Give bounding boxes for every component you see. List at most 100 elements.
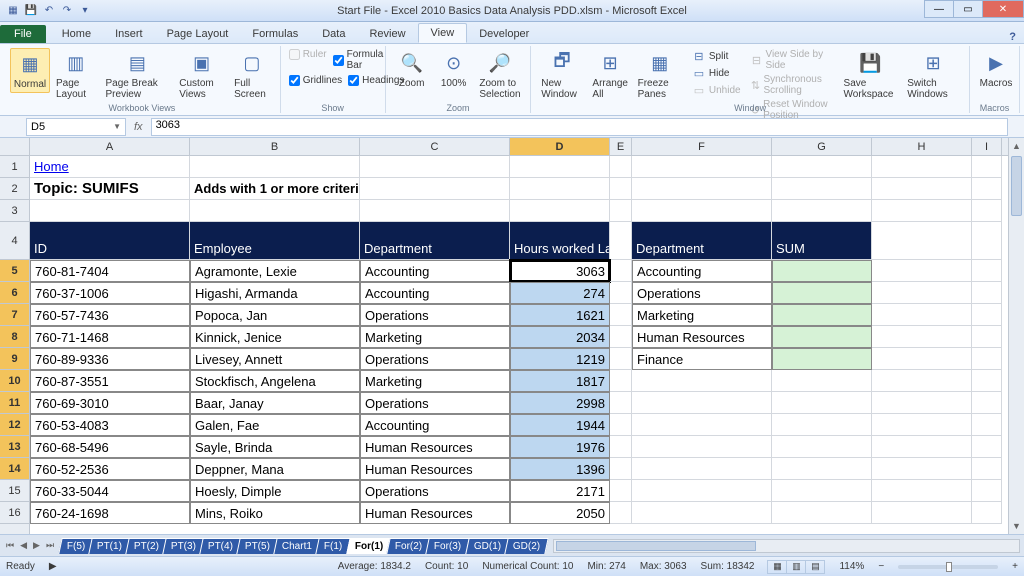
sheet-tab[interactable]: GD(2) (504, 538, 549, 554)
cell[interactable]: Hours worked Last Year (510, 222, 610, 260)
cell[interactable] (872, 436, 972, 458)
cell[interactable]: Operations (360, 348, 510, 370)
cell[interactable] (632, 178, 772, 200)
split-button[interactable]: ⊟Split (688, 48, 745, 64)
cell[interactable] (872, 458, 972, 480)
col-header[interactable]: I (972, 138, 1002, 155)
cell[interactable]: 2050 (510, 502, 610, 524)
cell[interactable] (872, 348, 972, 370)
col-header[interactable]: G (772, 138, 872, 155)
cell[interactable] (610, 156, 632, 178)
formula-bar-checkbox[interactable]: Formula Bar (331, 48, 386, 72)
cell[interactable] (872, 414, 972, 436)
cell[interactable] (972, 414, 1002, 436)
cell[interactable] (610, 370, 632, 392)
cell[interactable] (772, 502, 872, 524)
cell[interactable]: 760-68-5496 (30, 436, 190, 458)
cell[interactable]: Agramonte, Lexie (190, 260, 360, 282)
switch-windows-button[interactable]: ⊞Switch Windows (903, 48, 963, 102)
zoom-slider[interactable] (898, 565, 998, 569)
fx-label[interactable]: fx (126, 121, 151, 133)
cell[interactable] (610, 178, 632, 200)
cell[interactable]: 274 (510, 282, 610, 304)
page-break-preview-button[interactable]: ▤Page Break Preview (102, 48, 174, 102)
cell[interactable] (610, 304, 632, 326)
cell[interactable]: Operations (360, 480, 510, 502)
cell[interactable]: Stockfisch, Angelena (190, 370, 360, 392)
row-header[interactable]: 9 (0, 348, 29, 370)
cell[interactable] (972, 348, 1002, 370)
row-header[interactable]: 8 (0, 326, 29, 348)
cell[interactable] (610, 480, 632, 502)
cell[interactable]: Mins, Roiko (190, 502, 360, 524)
cell[interactable]: 2171 (510, 480, 610, 502)
cell[interactable]: 3063 (510, 260, 610, 282)
hide-button[interactable]: ▭Hide (688, 65, 745, 81)
zoom-selection-button[interactable]: 🔎Zoom to Selection (476, 48, 525, 102)
cell[interactable] (610, 326, 632, 348)
minimize-button[interactable]: — (924, 0, 954, 18)
cell[interactable]: Livesey, Annett (190, 348, 360, 370)
cell[interactable] (972, 480, 1002, 502)
cell[interactable] (360, 156, 510, 178)
cell[interactable] (972, 392, 1002, 414)
cell[interactable]: 2034 (510, 326, 610, 348)
cell[interactable] (632, 414, 772, 436)
cell[interactable]: Sayle, Brinda (190, 436, 360, 458)
cell[interactable] (972, 502, 1002, 524)
cell[interactable]: 1621 (510, 304, 610, 326)
scroll-down-icon[interactable]: ▼ (1009, 518, 1024, 534)
cell[interactable] (510, 200, 610, 222)
cell[interactable]: SUM (772, 222, 872, 260)
file-tab[interactable]: File (0, 25, 46, 43)
desc-cell[interactable]: Adds with 1 or more criteria (190, 178, 360, 200)
scroll-up-icon[interactable]: ▲ (1009, 138, 1024, 154)
cell[interactable] (972, 370, 1002, 392)
cell[interactable]: Operations (360, 304, 510, 326)
cell[interactable] (30, 200, 190, 222)
zoom-level[interactable]: 114% (839, 561, 864, 572)
col-header[interactable]: D (510, 138, 610, 155)
cell[interactable]: 760-24-1698 (30, 502, 190, 524)
cell[interactable]: 760-57-7436 (30, 304, 190, 326)
cell[interactable] (510, 156, 610, 178)
chevron-down-icon[interactable]: ▼ (113, 122, 121, 131)
sheet-tab[interactable]: GD(1) (465, 538, 510, 554)
cell[interactable] (772, 178, 872, 200)
cell[interactable] (610, 222, 632, 260)
cell[interactable]: Department (632, 222, 772, 260)
cell[interactable] (872, 392, 972, 414)
cell[interactable]: Deppner, Mana (190, 458, 360, 480)
macro-record-icon[interactable]: ▶ (49, 561, 57, 572)
cell[interactable] (190, 200, 360, 222)
topic-cell[interactable]: Topic: SUMIFS (30, 178, 190, 200)
save-workspace-button[interactable]: 💾Save Workspace (840, 48, 902, 102)
maximize-button[interactable]: ▭ (953, 0, 983, 18)
gridlines-checkbox[interactable]: Gridlines (287, 74, 344, 87)
cell[interactable] (610, 502, 632, 524)
help-icon[interactable]: ? (1001, 31, 1024, 43)
scroll-thumb[interactable] (1011, 156, 1022, 216)
cell[interactable] (872, 370, 972, 392)
sheet-tab[interactable]: For(2) (386, 538, 431, 554)
cell[interactable]: Hoesly, Dimple (190, 480, 360, 502)
cell[interactable]: 1817 (510, 370, 610, 392)
normal-view-icon[interactable]: ▦ (767, 560, 787, 574)
save-icon[interactable]: 💾 (24, 4, 38, 18)
cell[interactable]: 760-71-1468 (30, 326, 190, 348)
cell[interactable]: Human Resources (632, 326, 772, 348)
cell[interactable] (632, 156, 772, 178)
col-header[interactable]: A (30, 138, 190, 155)
row-header[interactable]: 1 (0, 156, 29, 178)
cell[interactable]: Accounting (632, 260, 772, 282)
cell[interactable]: Operations (360, 392, 510, 414)
tab-insert[interactable]: Insert (103, 25, 155, 43)
cell[interactable]: Marketing (360, 326, 510, 348)
sheet-tab[interactable]: Chart1 (274, 538, 321, 554)
cell[interactable] (610, 348, 632, 370)
redo-icon[interactable]: ↷ (60, 4, 74, 18)
cells[interactable]: HomeTopic: SUMIFSAdds with 1 or more cri… (30, 156, 1008, 524)
cell[interactable]: 1944 (510, 414, 610, 436)
cell[interactable] (872, 178, 972, 200)
sheet-tab[interactable]: For(1) (346, 538, 392, 554)
